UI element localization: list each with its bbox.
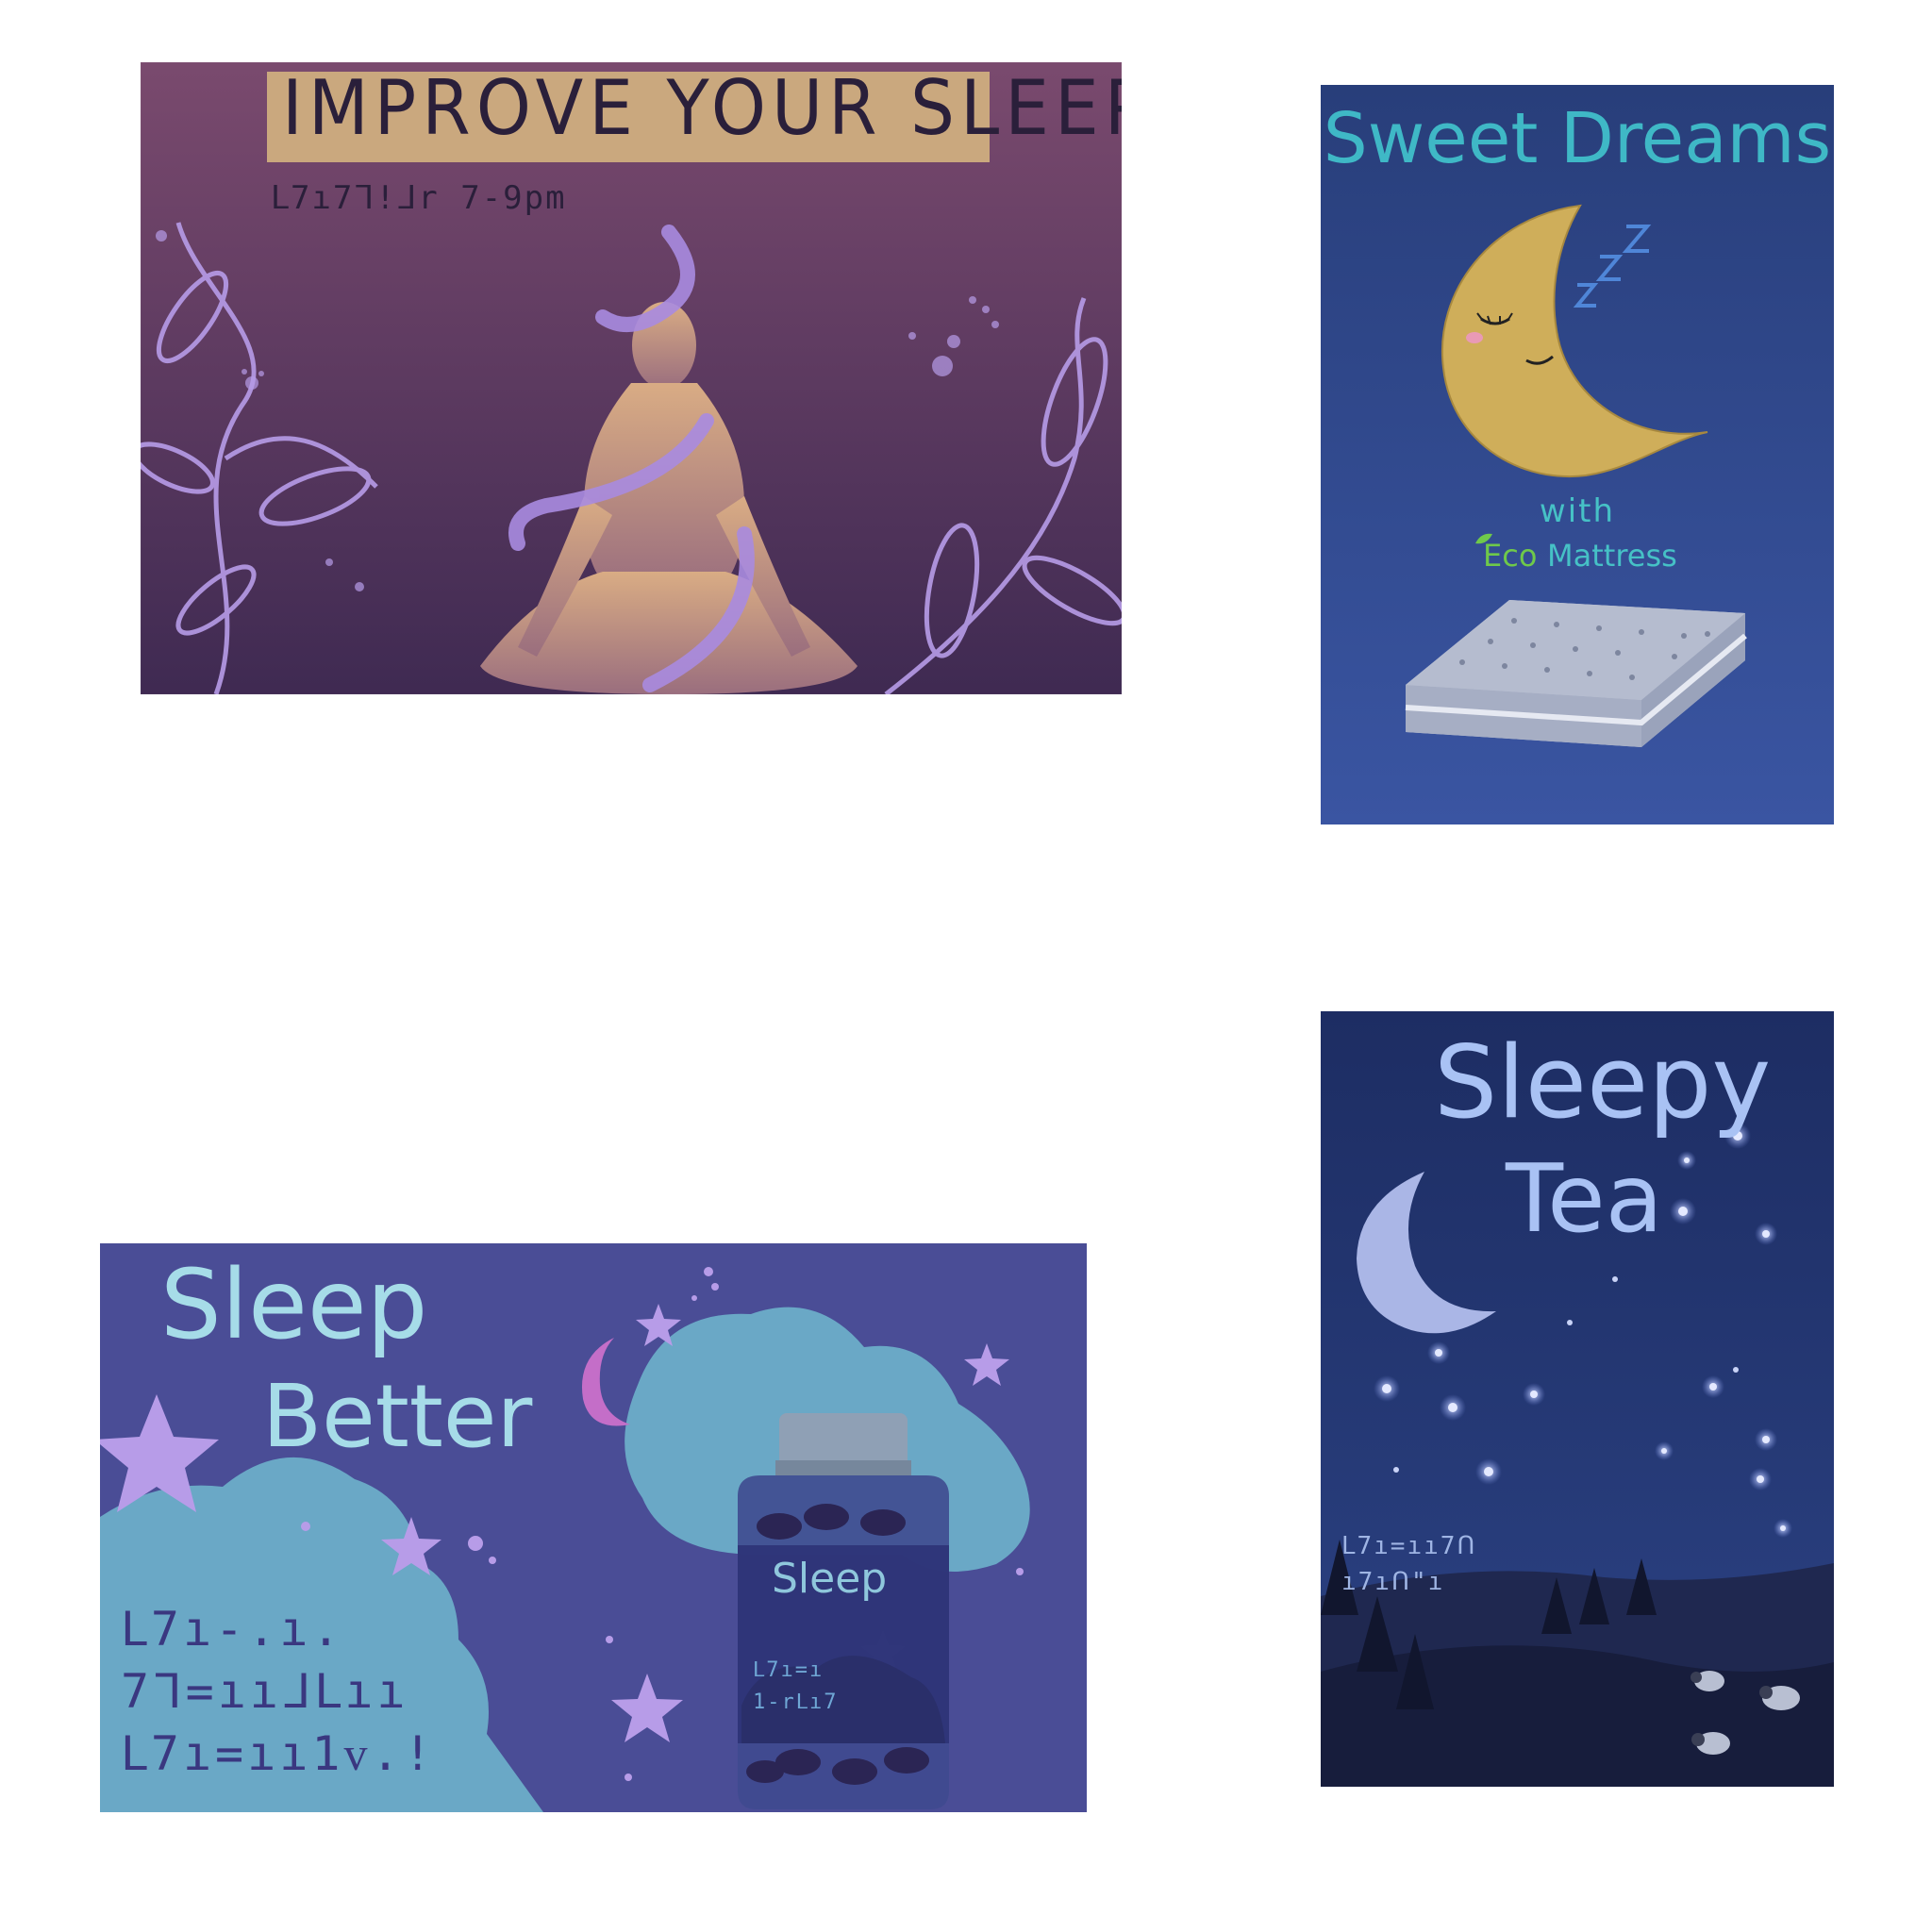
poster-title: Sweet Dreams xyxy=(1323,98,1832,179)
sleep-better-poster: Sleep Better ᒪ7ı-.ı. 7ᒣ=ııᒧᒪıı ᒪ7ı=ıı1ᴠ.… xyxy=(100,1243,1087,1812)
eco-brand-label: Eco xyxy=(1483,538,1538,574)
jar-scribble-2: 1-rᒪı7 xyxy=(753,1690,839,1714)
scribble-text-2: ı7ıᑎ"ı xyxy=(1341,1568,1445,1596)
poster-title-line2: Better xyxy=(262,1366,533,1467)
sweet-dreams-poster: Sweet Dreams with Eco Mattress xyxy=(1321,85,1834,824)
poster-title-line1: Sleep xyxy=(160,1249,428,1361)
poster-title-line2: Tea xyxy=(1506,1143,1663,1254)
poster-title-line1: Sleepy xyxy=(1434,1024,1772,1141)
improve-sleep-poster: IMPROVE YOUR SLEEP ᒪ7ı7ᒣ!ᒧr 7-9pm xyxy=(141,62,1122,694)
mattress-brand-label: Mattress xyxy=(1547,538,1677,574)
sleepy-tea-poster: Sleepy Tea ᒪ7ı=ıı7ᑎ ı7ıᑎ"ı xyxy=(1321,1011,1834,1787)
scribble-text-1: ᒪ7ı-.ı. xyxy=(121,1602,344,1657)
with-label: with xyxy=(1539,492,1616,530)
poster-title: IMPROVE YOUR SLEEP xyxy=(282,64,1122,153)
jar-label: Sleep xyxy=(772,1555,888,1603)
jar-scribble-1: ᒪ7ı=ı xyxy=(753,1658,824,1682)
scribble-text-2: 7ᒣ=ııᒧᒪıı xyxy=(121,1664,409,1719)
scribble-text-3: ᒪ7ı=ıı1ᴠ.! xyxy=(121,1726,436,1781)
poster-subtitle: ᒪ7ı7ᒣ!ᒧr 7-9pm xyxy=(271,179,567,217)
sweet-dreams-artwork xyxy=(1321,85,1834,824)
scribble-text-1: ᒪ7ı=ıı7ᑎ xyxy=(1341,1532,1477,1560)
